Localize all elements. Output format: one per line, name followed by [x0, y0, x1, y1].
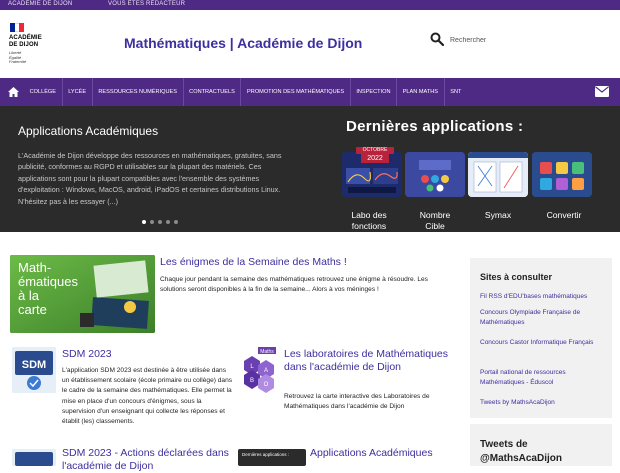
- app-label-nombre-cible[interactable]: Nombre Cible: [405, 210, 465, 232]
- top-bar: ACADÉMIE DE DIJON VOUS ÊTES RÉDACTEUR: [0, 0, 620, 10]
- article-image-text: Math-ématiques à la carte: [18, 260, 78, 317]
- article-title-sdm[interactable]: SDM 2023: [62, 348, 212, 361]
- nav-item-snt[interactable]: SNT: [443, 78, 467, 106]
- nav-item-inspection[interactable]: INSPECTION: [349, 78, 396, 106]
- site-title[interactable]: Mathématiques | Académie de Dijon: [124, 35, 362, 51]
- nav-items: COLLÈGE LYCÉE RESSOURCES NUMÉRIQUES CONT…: [24, 78, 467, 106]
- article-image-applications-text: Dernières applications :: [242, 452, 290, 457]
- header: ACADÉMIE DE DIJON Liberté Égalité Fraterni…: [0, 10, 620, 78]
- article-image-sdm-actions[interactable]: [12, 449, 56, 466]
- carousel-dot[interactable]: [150, 220, 154, 224]
- carousel-text: L'Académie de Dijon développe des ressou…: [18, 151, 282, 206]
- svg-text:B: B: [250, 378, 254, 384]
- year-badge: 2022: [361, 154, 389, 163]
- search-icon[interactable]: [430, 32, 444, 46]
- app-label-convertir[interactable]: Convertir: [534, 210, 594, 221]
- app-label-symax[interactable]: Symax: [468, 210, 528, 221]
- redacteur-link[interactable]: VOUS ÊTES RÉDACTEUR: [108, 1, 185, 7]
- sidebar-link-olympiade[interactable]: Concours Olympiade Française de Mathémat…: [480, 308, 604, 327]
- nav-item-contractuels[interactable]: CONTRACTUELS: [182, 78, 241, 106]
- tweets-title: Tweets de @MathsAcaDijon: [480, 439, 562, 464]
- logo-motto: Liberté Égalité Fraternité: [9, 50, 27, 64]
- nav-item-ressources[interactable]: RESSOURCES NUMÉRIQUES: [91, 78, 183, 106]
- sidebar-link-eduscol[interactable]: Portail national de ressources Mathémati…: [480, 368, 604, 387]
- carousel-dot[interactable]: [166, 220, 170, 224]
- sidebar-title: Sites à consulter: [480, 272, 553, 282]
- article-title-labos[interactable]: Les laboratoires de Mathématiques dans l…: [284, 348, 464, 374]
- app-tile-convertir[interactable]: [532, 152, 592, 197]
- svg-text:Maths: Maths: [260, 349, 274, 355]
- carousel-dots: [142, 220, 178, 224]
- article-text-enigmes: Chaque jour pendant la semaine des mathé…: [160, 276, 428, 294]
- svg-text:A: A: [264, 368, 268, 374]
- nav-item-college[interactable]: COLLÈGE: [24, 78, 62, 106]
- carousel[interactable]: Applications Académiques L'Académie de D…: [0, 106, 620, 232]
- carousel-dot[interactable]: [174, 220, 178, 224]
- app-tile-nombre-cible[interactable]: [405, 152, 465, 197]
- article-title-applications[interactable]: Applications Académiques: [310, 447, 460, 460]
- article-image-labos[interactable]: Maths L A B O: [238, 347, 280, 393]
- carousel-title[interactable]: Applications Académiques: [18, 124, 158, 138]
- sites-sidebar: Sites à consulter Fil RSS d'EDU'bases ma…: [470, 258, 612, 418]
- article-image-enigmes[interactable]: Math-ématiques à la carte: [10, 255, 155, 333]
- svg-text:O: O: [264, 382, 269, 388]
- app-label-labo[interactable]: Labo des fonctions: [339, 210, 399, 232]
- app-tile-symax[interactable]: [468, 152, 528, 197]
- article-text-labos: Retrouvez la carte interactive des Labor…: [284, 393, 430, 411]
- logo-line2: DE DIJON: [9, 42, 39, 48]
- french-flag-icon: [10, 23, 24, 32]
- svg-text:SDM: SDM: [22, 359, 46, 371]
- sidebar-link-tweets[interactable]: Tweets by MathsAcaDijon: [480, 398, 604, 408]
- article-image-applications[interactable]: Dernières applications :: [238, 449, 306, 466]
- academie-link[interactable]: ACADÉMIE DE DIJON: [8, 1, 72, 7]
- search-input[interactable]: [450, 31, 610, 49]
- latest-apps-title: Dernières applications :: [346, 118, 524, 135]
- nav-item-plan-maths[interactable]: PLAN MATHS: [396, 78, 444, 106]
- tweets-sidebar: Tweets de @MathsAcaDijon: [470, 424, 612, 466]
- home-icon[interactable]: [4, 84, 22, 100]
- article-image-sdm[interactable]: SDM: [12, 347, 56, 393]
- logo-line1: ACADÉMIE: [9, 35, 42, 41]
- october-badge: OCTOBRE: [356, 147, 394, 154]
- nav-item-lycee[interactable]: LYCÉE: [61, 78, 92, 106]
- article-title-enigmes[interactable]: Les énigmes de la Semaine des Maths !: [160, 256, 460, 269]
- main-nav: COLLÈGE LYCÉE RESSOURCES NUMÉRIQUES CONT…: [0, 78, 620, 106]
- nav-item-promotion[interactable]: PROMOTION DES MATHÉMATIQUES: [240, 78, 349, 106]
- sidebar-link-castor[interactable]: Concours Castor Informatique Français: [480, 338, 604, 348]
- carousel-dot[interactable]: [142, 220, 146, 224]
- article-text-sdm: L'application SDM 2023 est destinée à êt…: [62, 367, 233, 426]
- mail-icon[interactable]: [595, 86, 609, 97]
- article-title-sdm-actions[interactable]: SDM 2023 - Actions déclarées dans l'acad…: [62, 447, 232, 473]
- carousel-dot[interactable]: [158, 220, 162, 224]
- academy-logo[interactable]: ACADÉMIE DE DIJON Liberté Égalité Fraterni…: [9, 23, 43, 67]
- sidebar-link-rss[interactable]: Fil RSS d'EDU'bases mathématiques: [480, 292, 604, 302]
